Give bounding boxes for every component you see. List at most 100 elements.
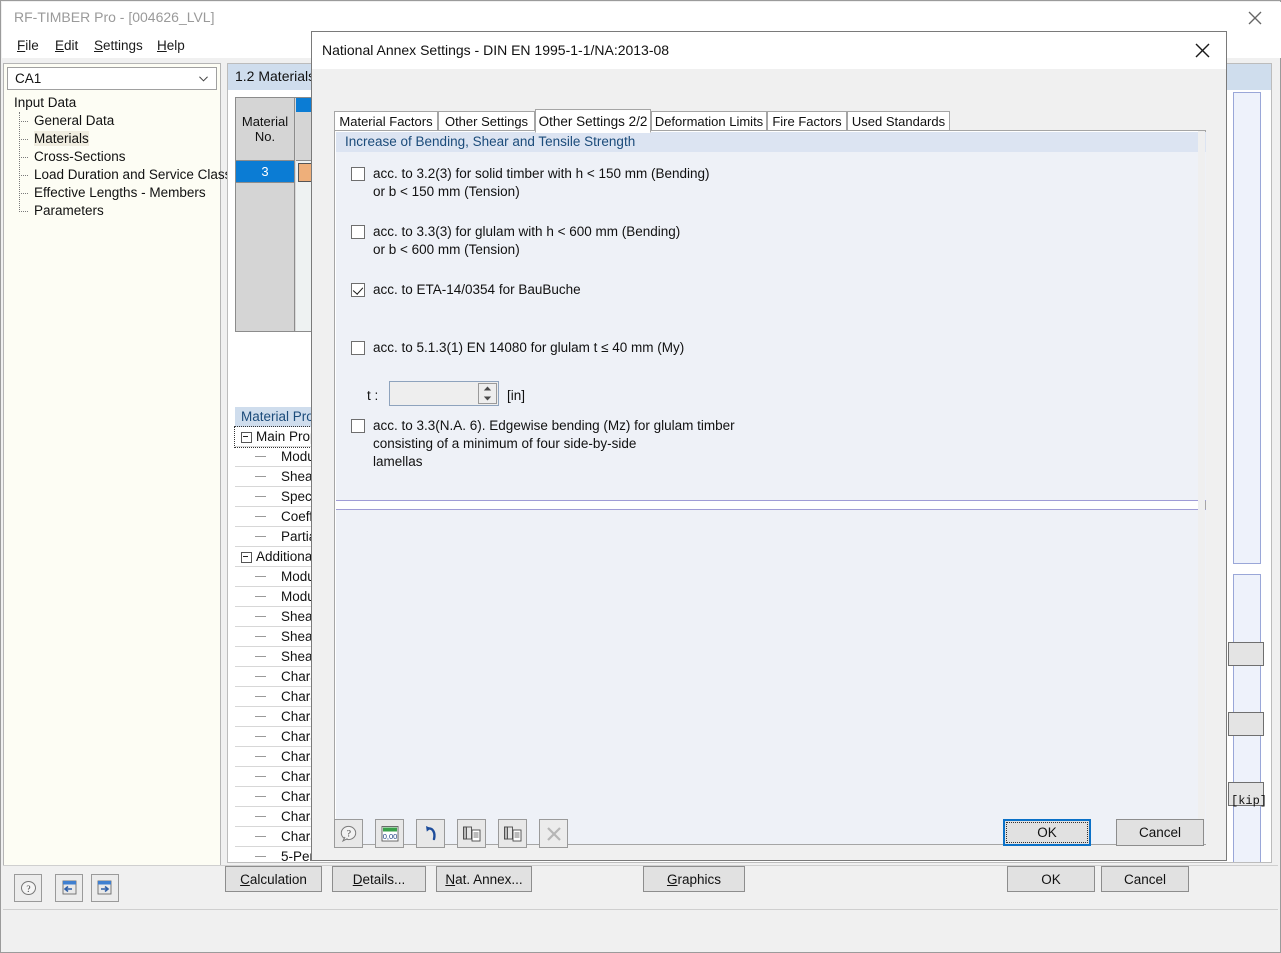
menu-file[interactable]: File xyxy=(10,36,46,55)
main-cancel-label: Cancel xyxy=(1123,871,1167,887)
menu-edit[interactable]: Edit xyxy=(48,36,85,55)
navigator-panel: CA1 Input Data General Data Materials Cr… xyxy=(3,63,231,878)
svg-text:0,00: 0,00 xyxy=(382,832,397,841)
checkbox-edgewise-bending[interactable] xyxy=(351,419,365,433)
checkbox-edgewise-bending-label-line3: lamellas xyxy=(373,454,423,469)
checkbox-en14080[interactable] xyxy=(351,341,365,355)
tab-label: Material Factors xyxy=(339,114,433,129)
tab-label: Used Standards xyxy=(851,114,946,129)
property-label: Additional xyxy=(256,549,316,564)
side-input-stub-2[interactable] xyxy=(1228,712,1264,736)
checkbox-glulam-label-line1: acc. to 3.3(3) for glulam with h < 600 m… xyxy=(373,224,681,239)
tab-fire-factors[interactable]: Fire Factors xyxy=(767,111,847,131)
tab-used-standards[interactable]: Used Standards xyxy=(847,111,950,131)
main-bottom-bar: ? Calculation Details... Nat. Annex... G… xyxy=(3,865,1278,908)
collapse-toggle-icon[interactable] xyxy=(241,431,252,443)
tab-deformation-limits[interactable]: Deformation Limits xyxy=(651,111,767,131)
dialog-copy-from-button[interactable] xyxy=(457,819,486,848)
column-header-material-no: Material No. xyxy=(236,98,294,161)
details-button[interactable]: Details... xyxy=(332,866,426,892)
checkbox-glulam[interactable] xyxy=(351,225,365,239)
tab-label: Other Settings 2/2 xyxy=(538,113,648,129)
case-select[interactable]: CA1 xyxy=(7,67,217,90)
checkbox-solid-timber-label-line2: or b < 150 mm (Tension) xyxy=(373,184,520,199)
app-title: RF-TIMBER Pro - [004626_LVL] xyxy=(14,9,215,25)
main-ok-button[interactable]: OK xyxy=(1007,866,1095,892)
menu-help[interactable]: Help xyxy=(150,36,192,55)
dialog-help-button[interactable]: ? xyxy=(334,819,363,848)
checkbox-edgewise-bending-label-line1: acc. to 3.3(N.A. 6). Edgewise bending (M… xyxy=(373,418,735,433)
calculation-button-label: Calculation xyxy=(240,871,307,887)
sidebar-item-label: Cross-Sections xyxy=(34,149,126,164)
t-field-input[interactable] xyxy=(389,381,499,406)
details-button-label: Details... xyxy=(352,871,406,887)
navigator-tree: Input Data General Data Materials Cross-… xyxy=(7,94,231,874)
dialog-lower-panel xyxy=(336,509,1206,844)
sidebar-item-label: Effective Lengths - Members xyxy=(34,185,206,200)
help-button[interactable]: ? xyxy=(14,874,42,902)
spinner-up-button[interactable] xyxy=(479,384,496,394)
sidebar-item-general-data[interactable]: General Data xyxy=(7,112,217,130)
side-panel-stub-upper xyxy=(1233,92,1261,564)
dialog-tabstrip: Material Factors Other Settings Other Se… xyxy=(334,109,1204,133)
main-cancel-button[interactable]: Cancel xyxy=(1101,866,1189,892)
close-icon xyxy=(1195,43,1209,57)
menu-settings[interactable]: Settings xyxy=(87,36,150,55)
sidebar-item-label: Parameters xyxy=(34,203,104,218)
tab-label: Other Settings xyxy=(444,114,529,129)
graphics-button-label: Graphics xyxy=(666,871,722,887)
tab-other-settings[interactable]: Other Settings xyxy=(438,111,535,131)
dialog-vertical-scrollbar[interactable] xyxy=(1198,131,1205,844)
sidebar-item-effective-lengths[interactable]: Effective Lengths - Members xyxy=(7,184,217,202)
tab-label: Fire Factors xyxy=(772,114,842,129)
sidebar-item-materials[interactable]: Materials xyxy=(7,130,217,148)
spinner-down-button[interactable] xyxy=(479,394,496,404)
dialog-title: National Annex Settings - DIN EN 1995-1-… xyxy=(322,42,670,58)
export-button[interactable] xyxy=(91,874,119,902)
nat-annex-button-label: Nat. Annex... xyxy=(445,871,523,887)
dialog-close-button[interactable] xyxy=(1180,34,1224,66)
main-titlebar: RF-TIMBER Pro - [004626_LVL] xyxy=(2,2,1281,32)
collapse-toggle-icon[interactable] xyxy=(241,551,252,563)
materials-table-col-number: Material No. 3 xyxy=(236,98,295,331)
checkbox-glulam-label-line2: or b < 600 mm (Tension) xyxy=(373,242,520,257)
sidebar-item-parameters[interactable]: Parameters xyxy=(7,202,217,220)
dialog-delete-button xyxy=(539,819,568,848)
material-properties-title: Material Pro xyxy=(241,409,314,424)
chevron-up-icon xyxy=(483,386,492,391)
import-icon xyxy=(62,880,77,895)
import-button[interactable] xyxy=(55,874,83,902)
graphics-button[interactable]: Graphics xyxy=(643,866,745,892)
chevron-down-icon xyxy=(199,76,208,82)
copy-from-icon xyxy=(462,826,480,841)
svg-text:?: ? xyxy=(26,885,30,895)
chevron-down-icon xyxy=(483,396,492,401)
dialog-ok-button[interactable]: OK xyxy=(1003,819,1091,846)
dialog-ok-label: OK xyxy=(1037,825,1057,840)
sidebar-item-label: Materials xyxy=(34,131,89,146)
window-close-button[interactable] xyxy=(1233,4,1277,32)
tab-material-factors[interactable]: Material Factors xyxy=(334,111,438,131)
tab-page-other-settings-2-2: Increase of Bending, Shear and Tensile S… xyxy=(334,130,1206,845)
close-icon xyxy=(1248,11,1262,25)
checkbox-solid-timber[interactable] xyxy=(351,167,365,181)
sidebar-item-label: Load Duration and Service Class xyxy=(34,167,232,182)
t-field-spinner-buttons[interactable] xyxy=(478,383,497,404)
sidebar-item-load-duration[interactable]: Load Duration and Service Class xyxy=(7,166,231,184)
nat-annex-button[interactable]: Nat. Annex... xyxy=(436,866,532,892)
tab-other-settings-2-2[interactable]: Other Settings 2/2 xyxy=(535,109,651,133)
dialog-cancel-button[interactable]: Cancel xyxy=(1116,819,1204,846)
side-input-stub-1[interactable] xyxy=(1228,642,1264,666)
dialog-default-values-button[interactable]: 0,00 xyxy=(375,819,404,848)
tree-root-input-data[interactable]: Input Data xyxy=(7,94,217,112)
sidebar-item-cross-sections[interactable]: Cross-Sections xyxy=(7,148,217,166)
checkbox-baubuche[interactable] xyxy=(351,283,365,297)
calculation-button[interactable]: Calculation xyxy=(225,866,322,892)
dialog-undo-button[interactable] xyxy=(416,819,445,848)
group-title-bar: Increase of Bending, Shear and Tensile S… xyxy=(336,132,1206,152)
default-values-icon: 0,00 xyxy=(381,825,398,841)
table-row-number[interactable]: 3 xyxy=(236,161,294,183)
status-bar xyxy=(3,909,1278,950)
dialog-copy-to-button[interactable] xyxy=(498,819,527,848)
dialog-body: Material Factors Other Settings Other Se… xyxy=(312,69,1226,860)
